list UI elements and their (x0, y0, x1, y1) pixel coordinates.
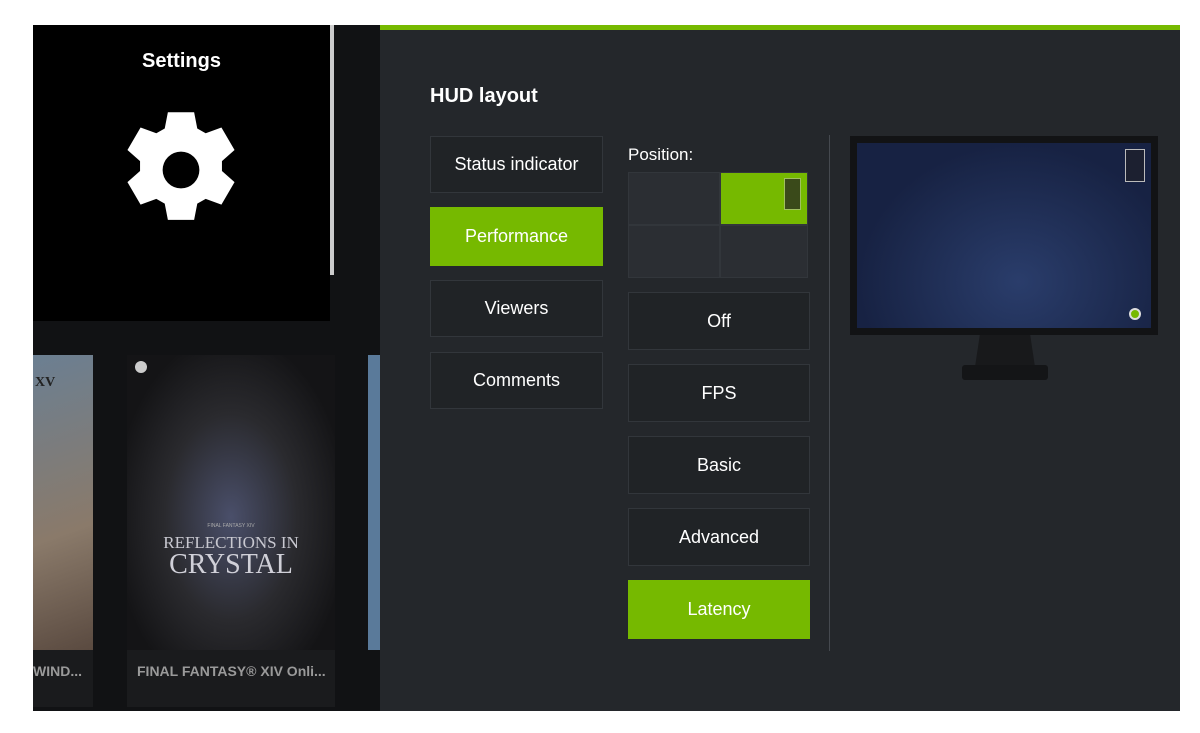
monitor-screen (857, 143, 1151, 328)
mode-off[interactable]: Off (628, 292, 810, 350)
monitor-base (962, 365, 1048, 380)
status-indicator-icon (1129, 308, 1141, 320)
monitor-stand (975, 335, 1035, 367)
position-bottom-left[interactable] (628, 225, 720, 278)
category-status-indicator[interactable]: Status indicator (430, 136, 603, 193)
mode-latency[interactable]: Latency (628, 580, 810, 639)
game-art-text: CRYSTAL (169, 549, 293, 580)
position-top-left[interactable] (628, 172, 720, 225)
position-top-right[interactable] (720, 172, 808, 225)
panel-title: HUD layout (430, 85, 538, 107)
category-comments[interactable]: Comments (430, 352, 603, 409)
remove-icon[interactable] (135, 361, 147, 373)
game-card[interactable]: XV WIND... (33, 355, 93, 707)
position-bottom-right[interactable] (720, 225, 808, 278)
category-viewers[interactable]: Viewers (430, 280, 603, 337)
game-title: WIND... (33, 663, 82, 679)
divider (829, 135, 830, 651)
category-performance[interactable]: Performance (430, 207, 603, 266)
game-art: XV (33, 355, 93, 650)
settings-title: Settings (142, 50, 221, 72)
monitor-preview (850, 136, 1158, 335)
position-label: Position: (628, 145, 694, 164)
mode-fps[interactable]: FPS (628, 364, 810, 422)
mode-basic[interactable]: Basic (628, 436, 810, 494)
gear-icon (127, 112, 235, 220)
position-marker-icon (784, 178, 801, 210)
game-card[interactable] (368, 355, 380, 650)
game-title: FINAL FANTASY® XIV Onli... (137, 663, 326, 679)
hud-overlay-marker-icon (1125, 149, 1145, 182)
game-card[interactable]: FINAL FANTASY XIV REFLECTIONS IN CRYSTAL… (127, 355, 335, 707)
game-art-text: XV (35, 375, 56, 390)
scrollbar[interactable] (330, 25, 334, 275)
mode-advanced[interactable]: Advanced (628, 508, 810, 566)
game-art-text: FINAL FANTASY XIV (207, 523, 255, 529)
game-art: FINAL FANTASY XIV REFLECTIONS IN CRYSTAL (127, 355, 335, 650)
